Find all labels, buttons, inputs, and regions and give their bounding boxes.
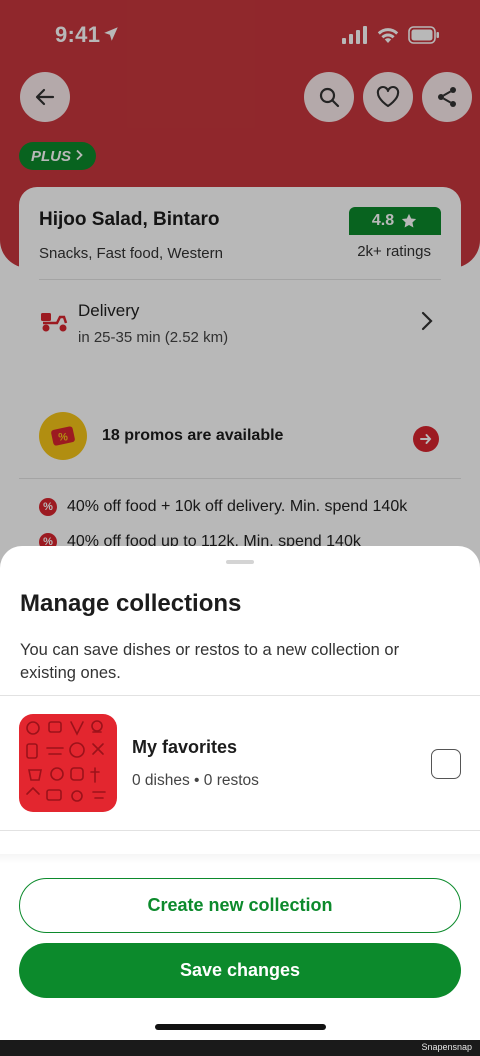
watermark-bar: Snapensnap (0, 1040, 480, 1056)
sheet-description: You can save dishes or restos to a new c… (20, 641, 400, 682)
footer-shadow (0, 854, 480, 864)
food-pattern-icon (26, 720, 106, 802)
sheet-grabber[interactable] (226, 560, 254, 564)
sheet-title: Manage collections (20, 590, 242, 617)
collection-meta: 0 dishes • 0 restos (132, 772, 259, 789)
manage-collections-sheet: Manage collections You can save dishes o… (0, 546, 480, 1040)
save-changes-button[interactable]: Save changes (19, 943, 461, 998)
divider (0, 830, 480, 831)
watermark-text: Snapensnap (421, 1042, 472, 1052)
collection-item[interactable]: My favorites 0 dishes • 0 restos (0, 696, 480, 830)
create-collection-button[interactable]: Create new collection (19, 878, 461, 933)
collection-name: My favorites (132, 737, 238, 757)
home-indicator (155, 1024, 326, 1030)
collection-checkbox[interactable] (431, 749, 461, 779)
collection-thumbnail (19, 714, 117, 812)
